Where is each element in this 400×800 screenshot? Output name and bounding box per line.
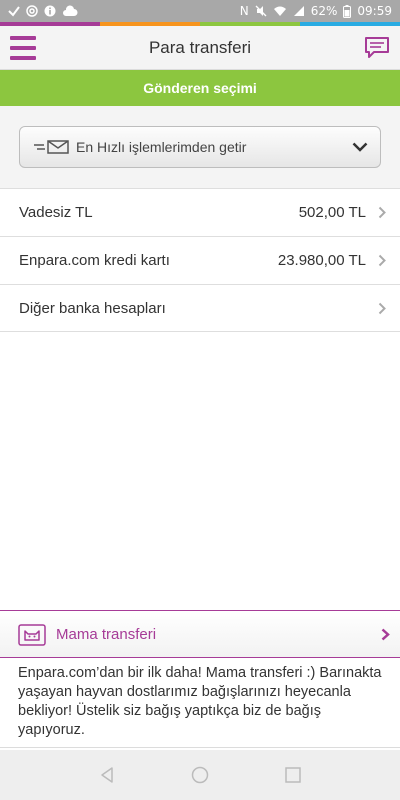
account-balance: 23.980,00 TL: [277, 252, 366, 269]
cat-icon: [18, 624, 46, 646]
dropdown-selected-value: En Hızlı işlemlerimden getir: [76, 139, 247, 155]
mute-icon: [255, 5, 267, 17]
status-left: [8, 5, 78, 17]
recents-icon[interactable]: [284, 766, 302, 784]
app-header: Para transferi: [0, 26, 400, 70]
quick-transactions-dropdown[interactable]: En Hızlı işlemlerimden getir: [19, 126, 381, 168]
battery-percent: 62%: [310, 4, 338, 18]
back-icon[interactable]: [98, 766, 116, 784]
signal-icon: [293, 6, 304, 16]
chevron-right-icon: [381, 628, 390, 640]
account-row-vadesiz-tl[interactable]: Vadesiz TL 502,00 TL: [0, 188, 400, 236]
hamburger-icon[interactable]: [10, 36, 36, 60]
chat-icon[interactable]: [364, 36, 390, 60]
account-name: Enpara.com kredi kartı: [19, 252, 170, 269]
promo-header[interactable]: Mama transferi: [0, 610, 400, 658]
status-right: N 62% 09:59: [240, 4, 392, 18]
chevron-down-icon: [352, 142, 368, 152]
android-nav-bar: [0, 750, 400, 800]
info-icon: [44, 5, 56, 17]
promo-description: Enpara.com’dan bir ilk daha! Mama transf…: [0, 658, 400, 748]
section-banner: Gönderen seçimi: [0, 70, 400, 106]
clock: 09:59: [357, 4, 392, 18]
cloud-icon: [63, 5, 78, 16]
battery-icon: [343, 4, 352, 18]
chevron-right-icon: [378, 302, 386, 314]
page-title: Para transferi: [148, 37, 252, 57]
envelope-icon: [34, 140, 69, 154]
account-row-credit-card[interactable]: Enpara.com kredi kartı 23.980,00 TL: [0, 236, 400, 284]
account-name: Vadesiz TL: [19, 204, 93, 221]
status-bar: N 62% 09:59: [0, 0, 400, 22]
nfc-icon: N: [239, 4, 249, 18]
sender-selector-area: En Hızlı işlemlerimden getir: [0, 106, 400, 188]
wifi-icon: [273, 6, 286, 16]
chevron-right-icon: [378, 206, 386, 219]
check-icon: [8, 6, 20, 17]
chevron-right-icon: [378, 254, 386, 267]
account-balance: 502,00 TL: [298, 204, 366, 221]
promo-title: Mama transferi: [56, 625, 157, 643]
account-row-other-banks[interactable]: Diğer banka hesapları: [0, 284, 400, 332]
home-icon[interactable]: [191, 766, 209, 784]
account-list: Vadesiz TL 502,00 TL Enpara.com kredi ka…: [0, 188, 400, 332]
at-icon: [26, 5, 38, 17]
account-name: Diğer banka hesapları: [19, 299, 166, 317]
